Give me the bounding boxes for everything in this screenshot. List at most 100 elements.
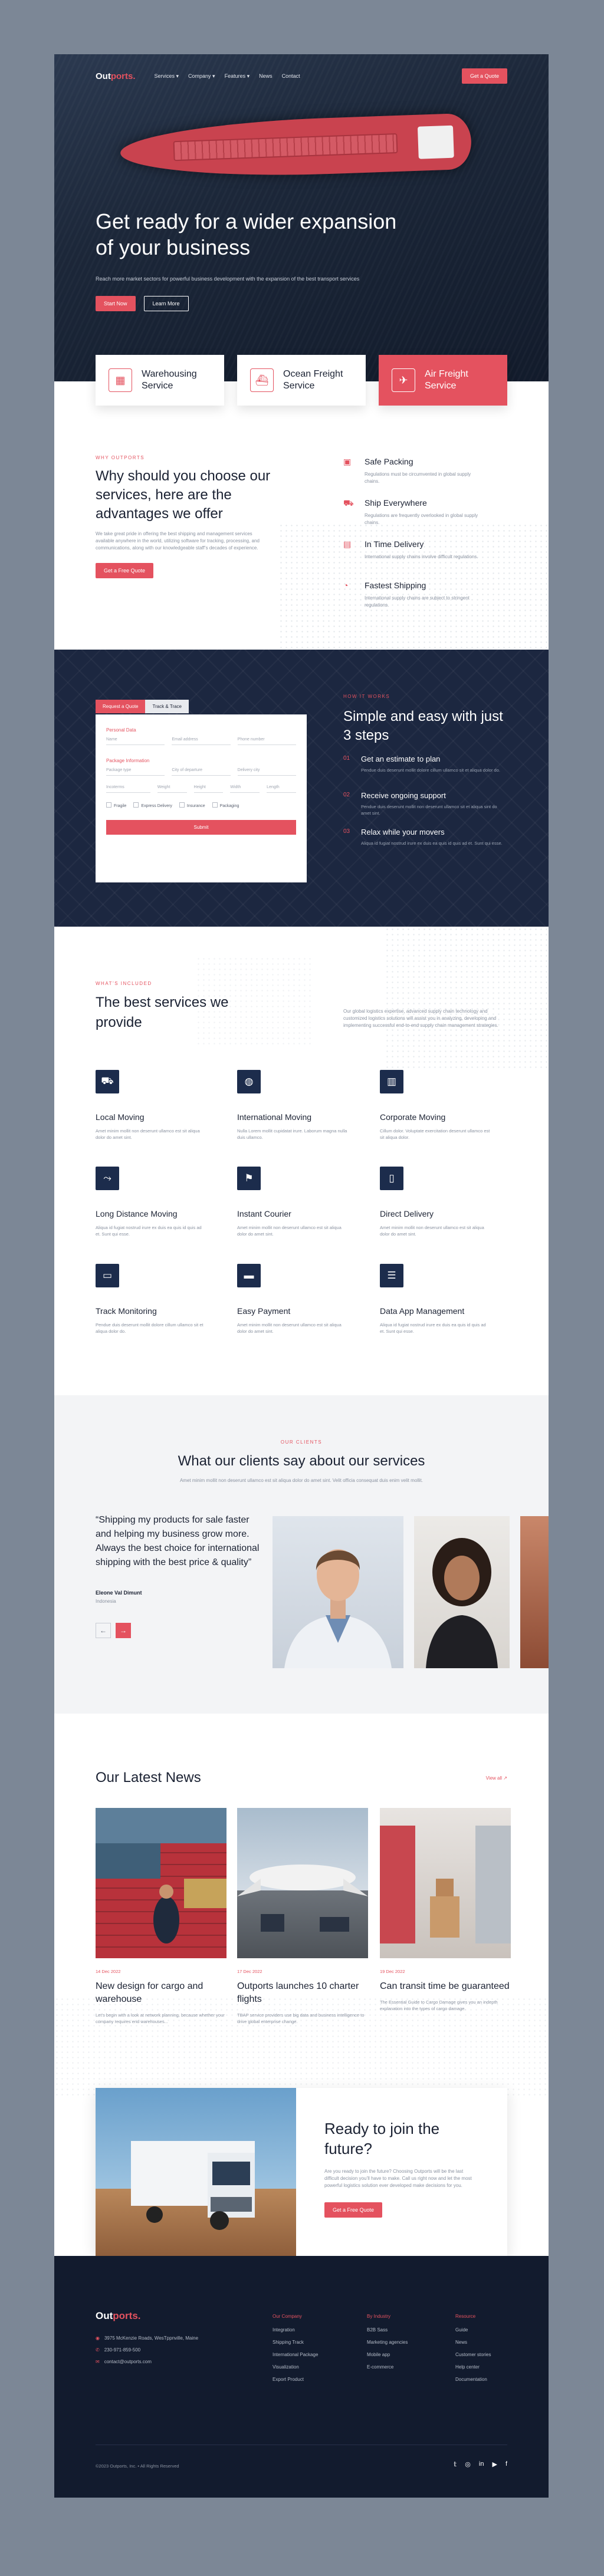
why-eyebrow: WHY OUTPORTS <box>96 455 145 460</box>
dashboard-icon: ◔ <box>343 581 349 590</box>
cta-banner: Ready to join the future? Are you ready … <box>96 2088 507 2256</box>
feature-fastest-shipping: ◔ Fastest Shipping International supply … <box>343 581 470 608</box>
feature-safe-packing: ▣ Safe Packing Regulations must be circu… <box>343 457 471 484</box>
service-international-moving[interactable]: ◍ International Moving Nulla Lorem molli… <box>237 1070 355 1141</box>
news-card-3[interactable]: 19 Dec 2022 Can transit time be guarante… <box>380 1808 511 2012</box>
phone-field[interactable]: Phone number <box>237 737 296 745</box>
facebook-icon[interactable]: f <box>505 2460 507 2468</box>
package-type-select[interactable]: Package type <box>106 768 165 776</box>
hero-section: Outports. Services ▾ Company ▾ Features … <box>54 54 549 381</box>
service-easy-payment[interactable]: ▬ Easy Payment Amet minim mollit non des… <box>237 1264 355 1335</box>
packaging-checkbox[interactable]: Packaging <box>212 802 239 808</box>
top-nav: Outports. Services ▾ Company ▾ Features … <box>96 67 507 85</box>
logo[interactable]: Outports. <box>96 71 136 81</box>
card-ocean-freight[interactable]: ⛴ Ocean Freight Service <box>237 355 366 406</box>
client-photo-man[interactable] <box>273 1516 403 1668</box>
clients-subtitle: Amet minim mollit non deserunt ullamco e… <box>179 1478 424 1483</box>
service-local-moving[interactable]: ⛟ Local Moving Amet minim mollit non des… <box>96 1070 214 1141</box>
testimonial-role: Indonesia <box>96 1599 116 1604</box>
footer-logo[interactable]: Outports. <box>96 2310 141 2322</box>
height-field[interactable]: Height <box>193 785 224 793</box>
start-now-button[interactable]: Start Now <box>96 296 136 311</box>
client-photo-partial[interactable] <box>520 1516 549 1668</box>
how-eyebrow: HOW IT WORKS <box>343 694 390 699</box>
hero-title: Get ready for a wider expansion of your … <box>96 209 397 259</box>
news-card-1[interactable]: 14 Dec 2022 New design for cargo and war… <box>96 1808 226 2025</box>
truck-icon: ⛟ <box>96 1070 119 1093</box>
how-title: Simple and easy with just 3 steps <box>343 709 503 743</box>
nav-contact[interactable]: Contact <box>282 73 300 80</box>
instagram-icon[interactable]: ◎ <box>465 2460 471 2468</box>
quote-form: Personal Data Name Email address Phone n… <box>96 714 307 882</box>
cta-quote-button[interactable]: Get a Free Quote <box>324 2202 383 2218</box>
nav-features[interactable]: Features ▾ <box>225 73 250 80</box>
contact-info: ◉ 3975 McKenzie Roads, WesTppnville, Main… <box>96 2335 199 2364</box>
client-photo-woman[interactable] <box>414 1516 510 1668</box>
service-long-distance[interactable]: ⤳ Long Distance Moving Aliqua id fugiat … <box>96 1167 214 1237</box>
get-quote-button[interactable]: Get a Quote <box>461 68 507 84</box>
service-data-app[interactable]: ☰ Data App Management Aliqua id fugiat n… <box>380 1264 498 1335</box>
why-text: We take great pride in offering the best… <box>96 531 260 551</box>
card-air-freight[interactable]: ✈ Air Freight Service <box>379 355 507 406</box>
clients-eyebrow: OUR CLIENTS <box>280 1439 323 1445</box>
card-warehousing[interactable]: ▦ Warehousing Service <box>96 355 224 406</box>
footer-col-industry: By Industry B2B Sass Marketing agencies … <box>367 2314 408 2370</box>
truck-icon: ⛟ <box>343 498 354 508</box>
weight-field[interactable]: Weight <box>157 785 187 793</box>
width-field[interactable]: Width <box>230 785 260 793</box>
service-corporate-moving[interactable]: ▥ Corporate Moving Cillum dolor. Volupta… <box>380 1070 498 1141</box>
free-quote-button[interactable]: Get a Free Quote <box>96 563 154 578</box>
length-field[interactable]: Length <box>267 785 296 793</box>
step-1: 01 Get an estimate to plan Pendue duis d… <box>343 755 500 773</box>
submit-button[interactable]: Submit <box>106 820 296 835</box>
news-image-warehouse <box>380 1808 511 1958</box>
footer-col-resource: Resource Guide News Customer stories Hel… <box>455 2314 491 2382</box>
door-icon: ▯ <box>380 1167 403 1190</box>
nav-company[interactable]: Company ▾ <box>188 73 215 80</box>
twitter-icon[interactable]: 𝕥 <box>454 2460 457 2468</box>
news-section: Our Latest News View all ↗ 14 Dec 2022 N… <box>54 1714 549 2256</box>
fragile-checkbox[interactable]: Fragile <box>106 802 126 808</box>
next-arrow-icon[interactable]: → <box>116 1623 131 1638</box>
clients-title: What our clients say about our services <box>178 1453 425 1469</box>
service-track-monitoring[interactable]: ▭ Track Monitoring Pendue duis deserunt … <box>96 1264 214 1335</box>
building-icon: ▥ <box>380 1070 403 1093</box>
express-checkbox[interactable]: Express Delivery <box>133 802 172 808</box>
warehouse-icon: ▦ <box>109 368 132 392</box>
monitor-icon: ▭ <box>96 1264 119 1287</box>
email-field[interactable]: Email address <box>172 737 231 745</box>
why-title: Why should you choose our services, here… <box>96 468 271 522</box>
tab-track-trace[interactable]: Track & Trace <box>145 700 189 713</box>
landing-page: Outports. Services ▾ Company ▾ Features … <box>54 54 549 2498</box>
route-icon: ⤳ <box>96 1167 119 1190</box>
delivery-city-select[interactable]: Delivery city <box>237 768 296 776</box>
prev-arrow-icon[interactable]: ← <box>96 1623 111 1638</box>
phone-icon: ✆ <box>96 2347 100 2353</box>
tab-request-quote[interactable]: Request a Quote <box>96 700 146 713</box>
location-icon: ◉ <box>96 2335 100 2341</box>
insurance-checkbox[interactable]: Insurance <box>179 802 205 808</box>
news-title: Our Latest News <box>96 1770 201 1786</box>
feature-ship-everywhere: ⛟ Ship Everywhere Regulations are freque… <box>343 498 478 525</box>
youtube-icon[interactable]: ▶ <box>492 2460 497 2468</box>
learn-more-button[interactable]: Learn More <box>143 296 189 311</box>
nav-news[interactable]: News <box>259 73 273 80</box>
box-icon: ▣ <box>343 457 352 466</box>
incoterms-select[interactable]: Incoterms <box>106 785 150 793</box>
calendar-icon: ▤ <box>343 539 352 549</box>
cta-text: Are you ready to join the future? Choosi… <box>324 2169 472 2188</box>
departure-city-select[interactable]: City of departure <box>172 768 231 776</box>
news-card-2[interactable]: 17 Dec 2022 Outports launches 10 charter… <box>237 1808 368 2025</box>
name-field[interactable]: Name <box>106 737 165 745</box>
news-image-containers <box>96 1808 226 1958</box>
hero-subtitle: Reach more market sectors for powerful b… <box>96 276 360 282</box>
nav-services[interactable]: Services ▾ <box>155 73 179 80</box>
linkedin-icon[interactable]: in <box>479 2460 484 2468</box>
view-all-link[interactable]: View all ↗ <box>486 1775 507 1781</box>
service-instant-courier[interactable]: ⚑ Instant Courier Amet minim mollit non … <box>237 1167 355 1237</box>
step-2: 02 Receive ongoing support Pendue duis d… <box>343 791 497 816</box>
service-direct-delivery[interactable]: ▯ Direct Delivery Amet minim mollit non … <box>380 1167 498 1237</box>
plane-icon: ✈ <box>392 368 415 392</box>
why-section: WHY OUTPORTS Why should you choose our s… <box>54 381 549 650</box>
testimonials-section: OUR CLIENTS What our clients say about o… <box>54 1395 549 1714</box>
